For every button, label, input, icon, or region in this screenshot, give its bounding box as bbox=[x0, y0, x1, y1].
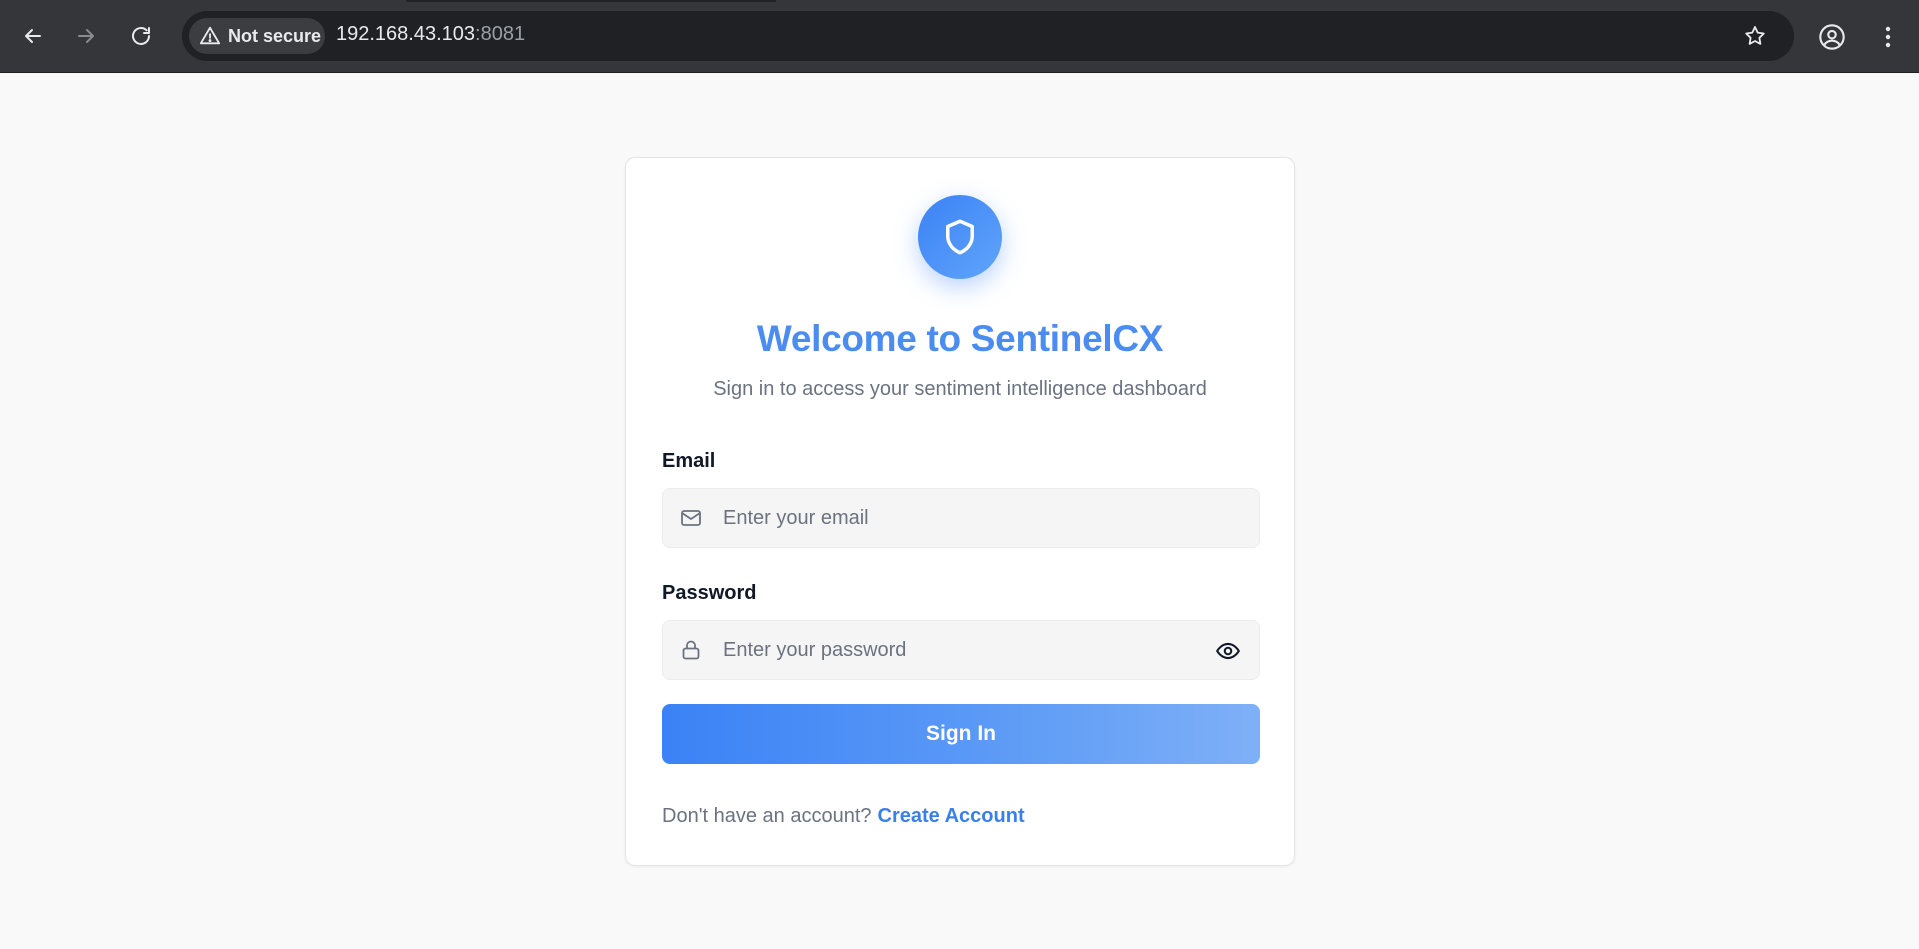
signup-prompt-text: Don't have an account? bbox=[662, 805, 872, 827]
page-title: Welcome to SentinelCX bbox=[756, 318, 1164, 359]
shield-icon bbox=[946, 219, 974, 255]
account-circle-icon bbox=[1819, 24, 1845, 50]
url-port: :8081 bbox=[475, 23, 526, 45]
mail-icon bbox=[681, 510, 701, 526]
password-field[interactable] bbox=[662, 620, 1260, 680]
create-account-link[interactable]: Create Account bbox=[878, 805, 1025, 827]
security-chip[interactable]: Not secure bbox=[189, 18, 325, 54]
address-bar[interactable]: Not secure 192.168.43.103:8081 bbox=[182, 11, 1794, 61]
url-host: 192.168.43.103 bbox=[336, 23, 476, 45]
arrow-left-icon bbox=[25, 29, 41, 43]
back-button[interactable] bbox=[13, 16, 53, 56]
signup-prompt: Don't have an account? Create Account bbox=[662, 805, 1025, 828]
email-input[interactable] bbox=[723, 489, 1203, 547]
password-input[interactable] bbox=[723, 621, 1203, 679]
forward-button[interactable] bbox=[66, 16, 106, 56]
lock-icon bbox=[682, 640, 700, 660]
more-vertical-icon bbox=[1885, 26, 1891, 48]
eye-icon[interactable] bbox=[1215, 638, 1241, 664]
profile-button[interactable] bbox=[1815, 20, 1849, 54]
security-label: Not secure bbox=[228, 25, 322, 46]
star-icon bbox=[1745, 26, 1765, 45]
arrow-right-icon bbox=[78, 29, 94, 43]
url-text[interactable]: 192.168.43.103:8081 bbox=[336, 23, 525, 46]
app-logo bbox=[918, 195, 1002, 279]
email-field[interactable] bbox=[662, 488, 1260, 548]
reload-icon bbox=[132, 27, 150, 45]
password-label: Password bbox=[662, 582, 757, 604]
login-card: Welcome to SentinelCX Sign in to access … bbox=[625, 157, 1295, 866]
sign-in-button[interactable]: Sign In bbox=[662, 704, 1260, 764]
warning-icon bbox=[199, 26, 221, 45]
email-label: Email bbox=[662, 450, 716, 472]
active-tab-indicator bbox=[406, 0, 776, 2]
bookmark-button[interactable] bbox=[1742, 23, 1768, 49]
page-subtitle: Sign in to access your sentiment intelli… bbox=[713, 378, 1207, 400]
browser-toolbar: Not secure 192.168.43.103:8081 bbox=[0, 0, 1919, 73]
menu-button[interactable] bbox=[1873, 20, 1903, 54]
reload-button[interactable] bbox=[121, 16, 161, 56]
